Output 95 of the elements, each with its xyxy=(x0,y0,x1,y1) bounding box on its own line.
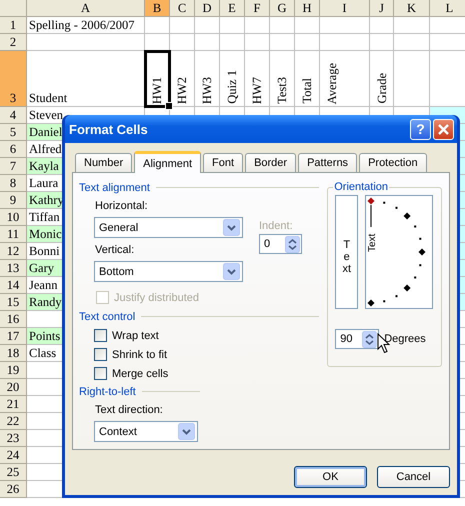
empty-cell xyxy=(170,17,195,34)
row-header[interactable]: 16 xyxy=(0,311,27,328)
tab[interactable]: Font xyxy=(203,153,244,172)
row-header[interactable]: 24 xyxy=(0,447,27,464)
group-title: Text control xyxy=(79,310,136,322)
row-header[interactable]: 22 xyxy=(0,413,27,430)
window-title: Format Cells xyxy=(69,122,148,136)
row-header[interactable]: 1 xyxy=(0,17,27,34)
column-header[interactable]: I xyxy=(320,0,370,17)
row-header[interactable]: 13 xyxy=(0,260,27,277)
empty-cell xyxy=(320,34,370,51)
row-header[interactable]: 17 xyxy=(0,328,27,345)
vertical-text-option[interactable]: Text xyxy=(335,195,358,309)
empty-cell xyxy=(270,17,295,34)
row-header[interactable]: 5 xyxy=(0,124,27,141)
table-cell: HW2 xyxy=(170,51,195,107)
column-header[interactable]: A xyxy=(27,0,145,17)
row-header[interactable]: 14 xyxy=(0,277,27,294)
column-header[interactable]: G xyxy=(270,0,295,17)
column-header[interactable]: F xyxy=(245,0,270,17)
row-header[interactable]: 7 xyxy=(0,158,27,175)
field-label: Vertical: xyxy=(95,244,136,256)
row-header[interactable]: 9 xyxy=(0,192,27,209)
table-cell: Spelling - 2006/2007 xyxy=(27,17,145,34)
column-header[interactable]: B xyxy=(145,0,170,17)
empty-cell xyxy=(220,34,245,51)
column-header[interactable]: E xyxy=(220,0,245,17)
table-cell: Quiz 1 xyxy=(220,51,245,107)
tab[interactable]: Protection xyxy=(359,153,427,172)
tab[interactable]: Patterns xyxy=(298,153,358,172)
table-cell: Grade xyxy=(370,51,394,107)
empty-cell xyxy=(394,17,430,34)
tab[interactable]: Border xyxy=(245,153,296,172)
tab[interactable]: Alignment xyxy=(134,151,202,173)
text-direction-select[interactable]: Context xyxy=(94,421,198,442)
group-title: Right-to-left xyxy=(79,386,136,398)
table-cell: Student xyxy=(27,51,145,107)
dialog-button[interactable]: Cancel xyxy=(377,466,450,488)
row-header[interactable]: 18 xyxy=(0,345,27,362)
row-header[interactable]: 2 xyxy=(0,34,27,51)
column-header[interactable]: H xyxy=(295,0,320,17)
row-header[interactable]: 12 xyxy=(0,243,27,260)
spin-arrows-icon xyxy=(362,330,378,348)
close-icon xyxy=(437,122,450,136)
row-header[interactable]: 26 xyxy=(0,481,27,498)
empty-cell xyxy=(320,17,370,34)
dialog-button[interactable]: OK xyxy=(294,466,367,488)
row-header[interactable]: 20 xyxy=(0,379,27,396)
empty-cell xyxy=(170,34,195,51)
row-header[interactable]: 10 xyxy=(0,209,27,226)
orientation-dial[interactable]: Text xyxy=(365,195,434,309)
empty-cell xyxy=(145,17,170,34)
spin-arrows-icon xyxy=(285,236,300,252)
close-button[interactable] xyxy=(433,118,454,140)
tab[interactable]: Number xyxy=(75,153,132,172)
column-header[interactable]: L xyxy=(430,0,465,17)
degrees-spinner[interactable]: 90 xyxy=(335,329,380,349)
column-header[interactable]: C xyxy=(170,0,195,17)
checkbox[interactable]: Merge cells xyxy=(94,367,168,380)
table-cell: Average xyxy=(320,51,370,107)
table-cell: HW1 xyxy=(145,51,170,107)
empty-cell xyxy=(295,34,320,51)
empty-cell xyxy=(245,34,270,51)
empty-cell xyxy=(195,34,220,51)
table-cell: Test3 xyxy=(270,51,295,107)
table-cell: HW7 xyxy=(245,51,270,107)
field-label: Degrees xyxy=(384,333,426,345)
row-header[interactable]: 3 xyxy=(0,51,27,107)
empty-cell xyxy=(295,17,320,34)
empty-cell xyxy=(195,17,220,34)
horizontal-select[interactable]: General xyxy=(94,217,243,238)
row-header[interactable]: 6 xyxy=(0,141,27,158)
empty-cell xyxy=(370,17,394,34)
row-header[interactable]: 8 xyxy=(0,175,27,192)
vertical-select[interactable]: Bottom xyxy=(94,261,243,282)
empty-cell xyxy=(220,17,245,34)
column-header[interactable]: K xyxy=(394,0,430,17)
table-cell: Total xyxy=(295,51,320,107)
group-title: Orientation xyxy=(333,181,390,193)
row-header[interactable]: 23 xyxy=(0,430,27,447)
column-header[interactable]: J xyxy=(370,0,394,17)
empty-cell xyxy=(370,34,394,51)
row-header[interactable]: 21 xyxy=(0,396,27,413)
empty-cell xyxy=(270,34,295,51)
field-label: Indent: xyxy=(259,220,294,232)
column-header[interactable]: D xyxy=(195,0,220,17)
field-label: Text direction: xyxy=(95,404,164,416)
row-header[interactable]: 4 xyxy=(0,107,27,124)
row-header[interactable]: 25 xyxy=(0,464,27,481)
row-header[interactable]: 19 xyxy=(0,362,27,379)
row-header[interactable]: 15 xyxy=(0,294,27,311)
row-header[interactable]: 11 xyxy=(0,226,27,243)
empty-cell xyxy=(394,34,430,51)
table-cell: HW3 xyxy=(195,51,220,107)
empty-cell xyxy=(245,17,270,34)
